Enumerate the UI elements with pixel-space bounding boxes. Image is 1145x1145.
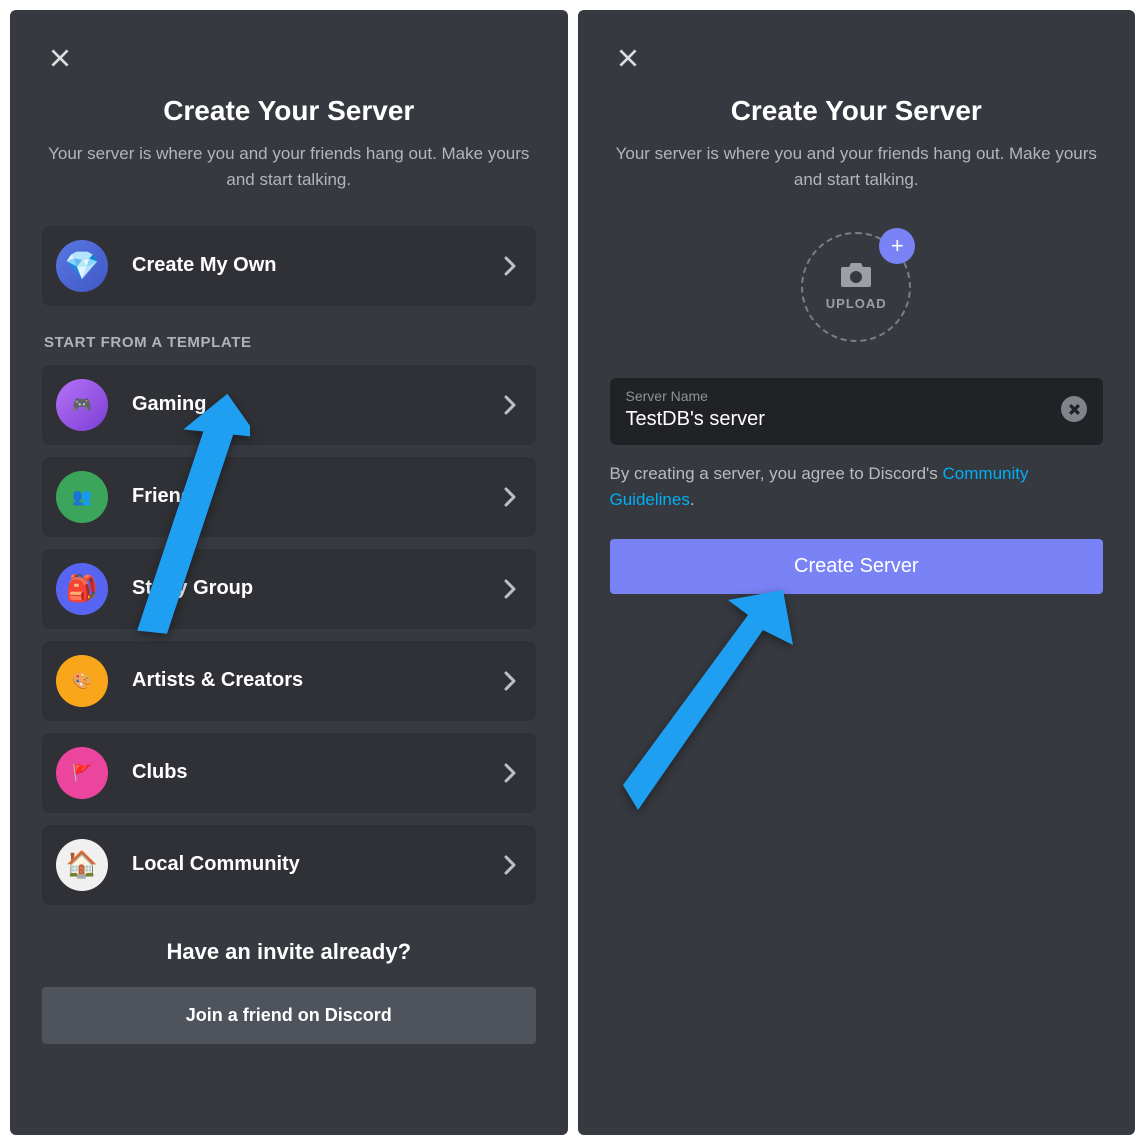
page-title: Create Your Server: [610, 95, 1104, 127]
template-artists-creators[interactable]: 🎨 Artists & Creators: [42, 641, 536, 721]
community-guidelines-text: By creating a server, you agree to Disco…: [610, 461, 1104, 514]
close-button[interactable]: [40, 38, 80, 78]
close-button[interactable]: [608, 38, 648, 78]
template-label: Gaming: [132, 393, 504, 416]
template-study-group[interactable]: 🎒 Study Group: [42, 549, 536, 629]
chevron-right-icon: [504, 579, 516, 599]
clubs-icon: 🚩: [56, 747, 108, 799]
create-server-button[interactable]: Create Server: [610, 539, 1104, 594]
create-server-label: Create Server: [794, 555, 919, 577]
page-subtitle: Your server is where you and your friend…: [42, 141, 536, 194]
template-label: Local Community: [132, 853, 504, 876]
create-server-template-screen: Create Your Server Your server is where …: [10, 10, 568, 1135]
close-icon: [1068, 403, 1081, 416]
chevron-right-icon: [504, 855, 516, 875]
template-label: Friends: [132, 485, 504, 508]
template-friends[interactable]: 👥 Friends: [42, 457, 536, 537]
invite-already-text: Have an invite already?: [42, 939, 536, 965]
local-community-icon: 🏠: [56, 839, 108, 891]
template-section-header: START FROM A TEMPLATE: [44, 334, 536, 351]
study-icon: 🎒: [56, 563, 108, 615]
artists-icon: 🎨: [56, 655, 108, 707]
plus-icon: +: [879, 228, 915, 264]
page-subtitle: Your server is where you and your friend…: [610, 141, 1104, 194]
upload-server-icon-button[interactable]: UPLOAD +: [801, 232, 911, 342]
gaming-icon: 🎮: [56, 379, 108, 431]
template-local-community[interactable]: 🏠 Local Community: [42, 825, 536, 905]
template-clubs[interactable]: 🚩 Clubs: [42, 733, 536, 813]
template-label: Study Group: [132, 577, 504, 600]
chevron-right-icon: [504, 256, 516, 276]
clear-input-button[interactable]: [1061, 396, 1087, 422]
page-title: Create Your Server: [42, 95, 536, 127]
chevron-right-icon: [504, 487, 516, 507]
server-name-value: TestDB's server: [626, 408, 1052, 431]
chevron-right-icon: [504, 395, 516, 415]
chevron-right-icon: [504, 671, 516, 691]
friends-icon: 👥: [56, 471, 108, 523]
create-server-name-screen: Create Your Server Your server is where …: [578, 10, 1136, 1135]
create-my-own-label: Create My Own: [132, 254, 504, 277]
template-label: Clubs: [132, 761, 504, 784]
join-friend-label: Join a friend on Discord: [186, 1005, 392, 1025]
agree-suffix: .: [690, 490, 695, 509]
annotation-arrow: [623, 590, 793, 815]
close-icon: [615, 45, 641, 71]
close-icon: [47, 45, 73, 71]
camera-icon: [841, 263, 871, 292]
template-gaming[interactable]: 🎮 Gaming: [42, 365, 536, 445]
join-friend-button[interactable]: Join a friend on Discord: [42, 987, 536, 1044]
agree-prefix: By creating a server, you agree to Disco…: [610, 464, 943, 483]
upload-label: UPLOAD: [826, 296, 887, 311]
create-my-own-button[interactable]: 💎 Create My Own: [42, 226, 536, 306]
chevron-right-icon: [504, 763, 516, 783]
template-label: Artists & Creators: [132, 669, 504, 692]
server-name-field-label: Server Name: [626, 388, 1052, 404]
create-own-icon: 💎: [56, 240, 108, 292]
server-name-input[interactable]: Server Name TestDB's server: [610, 378, 1104, 445]
